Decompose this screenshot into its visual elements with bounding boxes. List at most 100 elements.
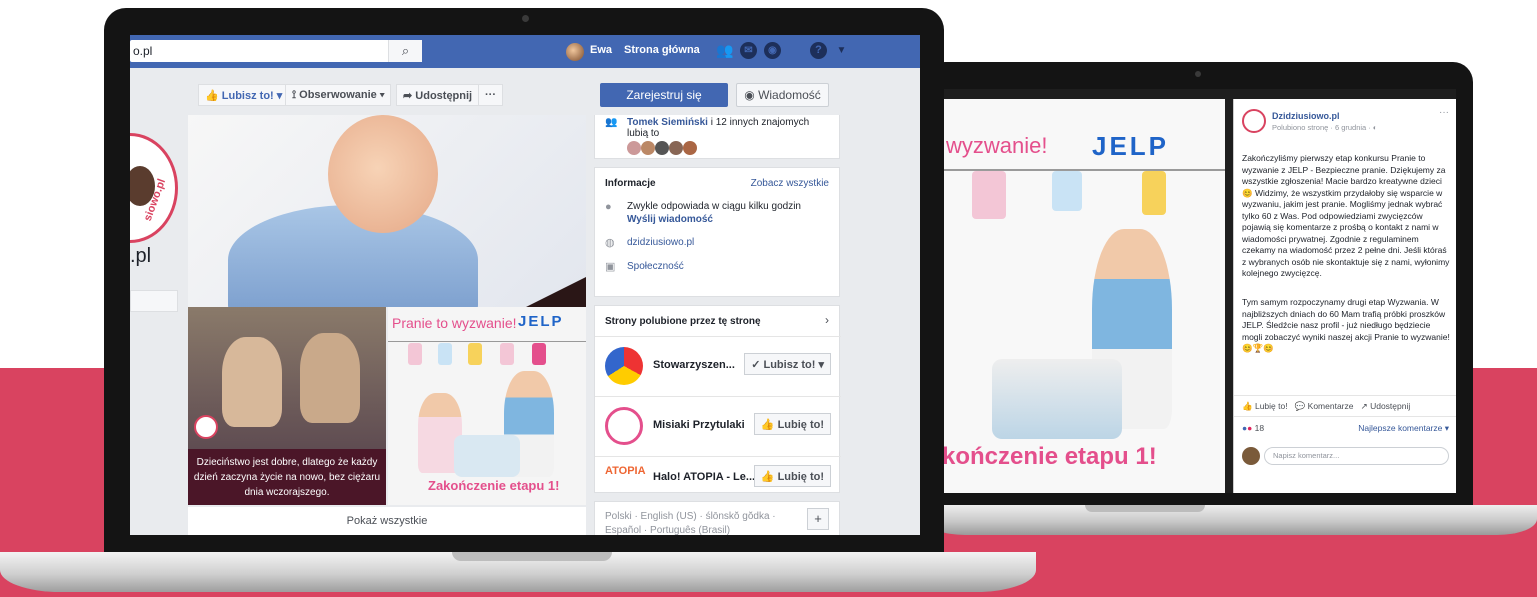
heart-icon[interactable]: ● [1247,423,1252,433]
liked-page-row[interactable]: Misiaki Przytulaki 👍 Lubię to! [595,396,841,456]
liked-pages-box: Strony polubione przez tę stronę › Stowa… [594,305,841,494]
friend-avatar[interactable] [627,141,641,155]
friend-avatar[interactable] [641,141,655,155]
friend-avatar[interactable] [683,141,697,155]
chevron-right-icon[interactable]: › [825,313,829,327]
liked-page-name[interactable]: Misiaki Przytulaki [653,419,745,431]
laptop-primary: o.pl ⌕ Ewa Strona główna 👥 ✉ ◉ ? ▼ siowo… [104,8,944,556]
chevron-down-icon[interactable]: ▼ [833,42,850,59]
page-title: .pl [130,245,152,267]
liked-page-name[interactable]: Halo! ATOPIA - Le... [653,471,755,483]
register-button[interactable]: Zarejestruj się [600,83,728,107]
language-list[interactable]: Polski · English (US) · ślōnskŏ gŏdka · … [605,510,795,535]
messenger-icon[interactable]: ✉ [740,42,757,59]
thumbs-up-icon: 👍 [205,90,219,102]
girl-1 [222,337,282,427]
follow-button[interactable]: ⟟ Obserwowanie ▾ [285,84,392,106]
cloth-3 [468,343,482,365]
post-text: Zakończyliśmy pierwszy etap konkursu Pra… [1242,153,1450,278]
friend-link[interactable]: Tomek Siemiński [627,117,708,128]
tile-caption: Dzieciństwo jest dobre, dlatego że każdy… [188,449,386,505]
friends-icon: 👥 [605,117,618,128]
globe-icon: ◍ [605,237,615,249]
page-logo[interactable]: siowo.pl [130,133,178,243]
info-title: Informacje [605,178,656,189]
comment-input[interactable]: Napisz komentarz... [1264,447,1449,465]
speech-bubble-icon: ● [605,201,612,213]
share-button[interactable]: ➦ Udostępnij [396,84,480,106]
hanging-shirt [1052,171,1082,211]
liked-page-button[interactable]: ✓ Lubisz to! ▾ [744,353,831,375]
cover-photo[interactable] [188,115,586,307]
category-icon: ▣ [605,261,616,273]
top-navigation-bar: o.pl ⌕ Ewa Strona główna 👥 ✉ ◉ ? ▼ [130,35,920,68]
cover-corner [526,277,586,307]
post-comment-button[interactable]: Komentarze [1308,401,1354,411]
liked-page-button[interactable]: 👍 Lubię to! [753,413,831,435]
liked-page-row[interactable]: Stowarzyszen... ✓ Lubisz to! ▾ [595,336,841,396]
top-comments-select[interactable]: Najlepsze komentarze ▾ [1358,423,1449,434]
show-all-link[interactable]: Pokaż wszystkie [188,507,586,535]
author-avatar[interactable] [1242,109,1266,133]
baby-head [328,115,438,233]
like-button[interactable]: 👍 Lubisz to! ▾ [198,84,290,106]
send-message-link[interactable]: Wyślij wiadomość [627,214,713,225]
cloth-4 [500,343,514,365]
post-image-title: wyzwanie! [946,133,1048,158]
search-input[interactable]: o.pl [130,40,422,62]
cloth-2 [438,343,452,365]
help-icon[interactable]: ? [810,42,827,59]
home-link[interactable]: Strona główna [624,44,700,56]
reactions-count[interactable]: 18 [1255,423,1264,433]
more-button[interactable]: ··· [478,84,503,106]
friend-avatar[interactable] [655,141,669,155]
photo-tile-contest[interactable]: Pranie to wyzwanie! JELP Zakończenie eta… [388,307,586,505]
post-like-button[interactable]: Lubię to! [1255,401,1288,411]
base-notch [452,552,612,561]
friends-icon[interactable]: 👥 [716,42,733,59]
post-text-2: Tym samym rozpoczynamy drugi etap Wyzwan… [1242,297,1450,353]
search-icon[interactable]: ⌕ [388,40,422,62]
share-icon: ➦ [403,90,413,102]
laptop-primary-base [0,552,1036,592]
post-image: wyzwanie! JELP kończenie etapu 1! [942,99,1225,493]
user-avatar[interactable] [566,43,584,61]
language-box: Polski · English (US) · ślōnskŏ gŏdka · … [594,501,840,535]
contest-footer: Zakończenie etapu 1! [428,478,560,493]
watermark-logo [194,415,218,439]
page-logo [605,407,643,445]
laptop-secondary-base [925,505,1537,535]
category-link[interactable]: Społeczność [627,261,684,272]
post-meta: Polubiono stronę · 6 grudnia · ◐ [1272,123,1378,132]
rss-icon: ⟟ [292,89,297,101]
comment-icon[interactable]: 💬 [1295,401,1306,411]
message-button[interactable]: ◉ Wiadomość [736,83,829,107]
base-notch [1085,505,1205,512]
post-panel: Dzidziusiowo.pl Polubiono stronę · 6 gru… [1233,99,1456,493]
add-language-button[interactable]: + [807,508,829,530]
like-icon[interactable]: 👍 [1242,401,1253,411]
notifications-icon[interactable]: ◉ [764,42,781,59]
user-name[interactable]: Ewa [590,44,612,56]
friend-avatar[interactable] [669,141,683,155]
liked-page-name[interactable]: Stowarzyszen... [653,359,735,371]
post-author[interactable]: Dzidziusiowo.pl [1272,111,1340,121]
friends-like-box: 👥 Tomek Siemiński i 12 innych znajomych … [594,115,840,159]
thumbs-up-icon: 👍 [760,419,775,431]
cloth-5 [532,343,546,365]
page-logo [605,347,643,385]
info-box: Informacje Zobacz wszystkie ● Zwykle odp… [594,167,840,297]
girl-2 [300,333,360,423]
post-options-icon[interactable]: ··· [1439,107,1449,118]
post-share-button[interactable]: Udostępnij [1370,401,1410,411]
messenger-icon: ◉ [744,88,755,102]
photo-tile-quote[interactable]: Dzieciństwo jest dobre, dlatego że każdy… [188,307,386,505]
camera [522,15,529,22]
liked-page-row[interactable]: ATOPIA Halo! ATOPIA - Le... 👍 Lubię to! [595,456,841,494]
website-link[interactable]: dzidziusiowo.pl [627,237,694,248]
camera [1195,71,1201,77]
share-icon[interactable]: ↗ [1361,401,1368,411]
see-all-link[interactable]: Zobacz wszystkie [751,178,829,189]
liked-page-button[interactable]: 👍 Lubię to! [753,465,831,487]
basket [454,435,520,477]
